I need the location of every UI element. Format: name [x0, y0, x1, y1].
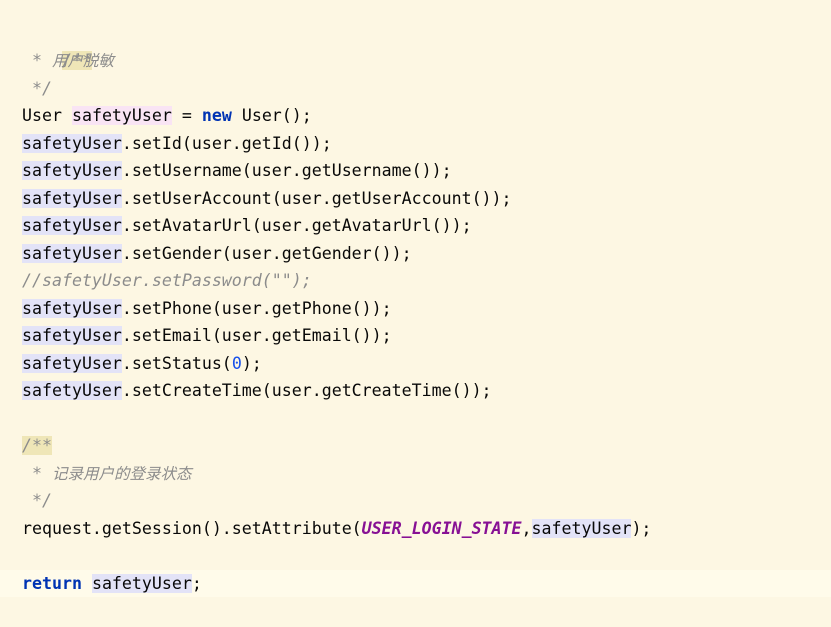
- variable-usage[interactable]: safetyUser: [22, 188, 122, 208]
- doc-comment-close: */: [22, 491, 52, 510]
- method-call: .setAvatarUrl(user.getAvatarUrl());: [121, 216, 472, 235]
- method-call: .setGender(user.getGender());: [121, 243, 412, 263]
- code-line-set-session: request.getSession().setAttribute(USER_L…: [22, 518, 652, 538]
- constructor-call: User();: [231, 106, 312, 125]
- doc-comment-open: /**: [22, 436, 52, 455]
- keyword-new: new: [201, 106, 232, 125]
- variable-usage[interactable]: safetyUser: [22, 133, 122, 153]
- code-line-set-status: safetyUser.setStatus(0);: [22, 353, 262, 373]
- code-line-set-phone: safetyUser.setPhone(user.getPhone());: [22, 295, 392, 323]
- code-line-doc-text: * 用户脱敏: [22, 47, 114, 75]
- doc-comment-text: 记录用户的登录状态: [51, 464, 192, 483]
- variable-usage[interactable]: safetyUser: [531, 518, 632, 538]
- variable-usage[interactable]: safetyUser: [91, 573, 192, 593]
- method-call: .setPhone(user.getPhone());: [121, 298, 392, 318]
- code-line-set-gender: safetyUser.setGender(user.getGender());: [22, 240, 412, 268]
- variable-declaration[interactable]: safetyUser: [71, 106, 172, 125]
- doc-comment-text: 用户脱敏: [51, 52, 114, 70]
- variable-usage[interactable]: safetyUser: [22, 326, 122, 345]
- variable-usage[interactable]: safetyUser: [22, 381, 122, 400]
- code-line-doc-open: /**: [22, 20, 92, 70]
- method-call: .setStatus(: [121, 353, 232, 373]
- code-line-doc2-close: */: [22, 487, 52, 515]
- code-line-commented-password: //safetyUser.setPassword("");: [22, 267, 312, 295]
- constant-reference[interactable]: USER_LOGIN_STATE: [362, 519, 522, 538]
- method-call: .setId(user.getId());: [121, 133, 332, 153]
- method-call: .setUserAccount(user.getUserAccount());: [121, 188, 512, 208]
- variable-usage[interactable]: safetyUser: [22, 353, 122, 373]
- code-line-set-avatar-url: safetyUser.setAvatarUrl(user.getAvatarUr…: [22, 212, 472, 240]
- code-line-set-user-account: safetyUser.setUserAccount(user.getUserAc…: [22, 185, 512, 213]
- code-line-set-create-time: safetyUser.setCreateTime(user.getCreateT…: [22, 377, 492, 405]
- code-line-doc-close: */: [22, 75, 52, 103]
- doc-comment-star: *: [22, 463, 52, 483]
- line-comment: //safetyUser.setPassword("");: [22, 271, 312, 290]
- variable-usage[interactable]: safetyUser: [22, 243, 122, 263]
- method-call: .setUsername(user.getUsername());: [121, 161, 452, 180]
- doc-comment-star: *: [22, 51, 52, 70]
- code-line-set-email: safetyUser.setEmail(user.getEmail());: [22, 322, 392, 350]
- code-line-doc2-open: /**: [22, 432, 52, 460]
- variable-usage[interactable]: safetyUser: [22, 161, 122, 180]
- method-call: .setEmail(user.getEmail());: [121, 326, 392, 345]
- number-literal: 0: [231, 353, 242, 373]
- code-line-doc2-text: * 记录用户的登录状态: [22, 460, 192, 488]
- method-call: .setCreateTime(user.getCreateTime());: [121, 381, 492, 400]
- class-name: User: [22, 106, 62, 125]
- doc-comment-close: */: [22, 78, 52, 98]
- method-call: request.getSession().setAttribute(: [22, 518, 362, 538]
- code-line-return[interactable]: return safetyUser;: [0, 569, 831, 597]
- variable-usage[interactable]: safetyUser: [22, 298, 122, 318]
- code-editor[interactable]: /** * 用户脱敏 */ User safetyUser = new User…: [0, 0, 831, 627]
- code-line-set-id: safetyUser.setId(user.getId());: [22, 130, 332, 158]
- variable-usage[interactable]: safetyUser: [22, 216, 122, 235]
- code-line-declaration: User safetyUser = new User();: [22, 106, 312, 125]
- code-line-set-username: safetyUser.setUsername(user.getUsername(…: [22, 157, 452, 185]
- keyword-return: return: [22, 573, 82, 593]
